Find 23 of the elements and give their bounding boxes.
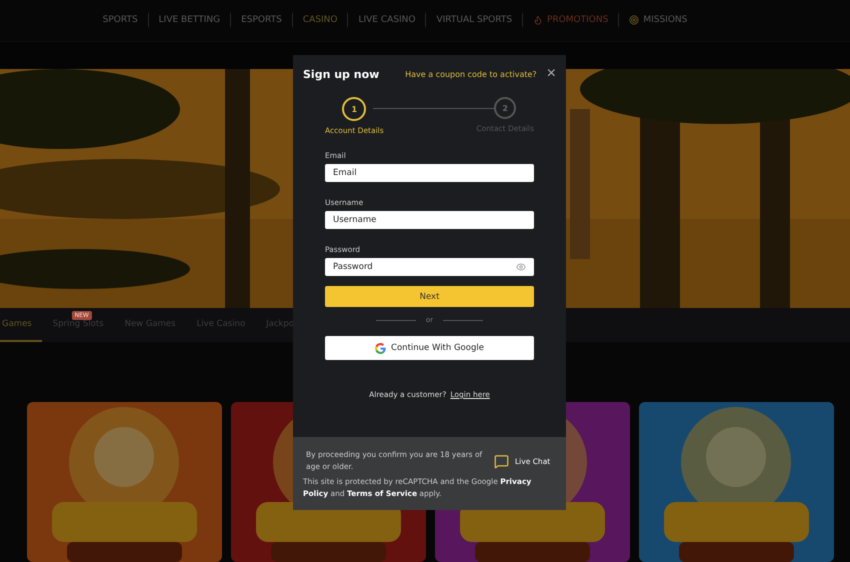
nav-link[interactable]: CASINO: [292, 13, 348, 28]
step-number: 1: [342, 97, 366, 121]
next-button[interactable]: Next: [325, 286, 534, 307]
nav-link[interactable]: LIVE BETTING: [148, 13, 230, 28]
input-field[interactable]: Email: [325, 164, 534, 182]
nav-link[interactable]: LIVE CASINO: [347, 13, 426, 28]
nav-link[interactable]: ESPORTS: [230, 13, 292, 28]
google-button[interactable]: Continue With Google: [325, 336, 534, 360]
flame-icon: [533, 15, 544, 26]
chat-icon: [494, 454, 509, 468]
nav-link[interactable]: SPORTS: [92, 13, 148, 28]
nav-link[interactable]: PROMOTIONS: [522, 13, 618, 28]
google-icon: [375, 342, 386, 354]
input-field[interactable]: Username: [325, 211, 534, 229]
close-button[interactable]: ×: [546, 67, 556, 81]
dialog-title: Sign up now: [303, 68, 380, 80]
nav-link[interactable]: MISSIONS: [618, 13, 698, 28]
eye-icon[interactable]: [516, 262, 526, 272]
coupon-link[interactable]: Have a coupon code to activate?: [405, 70, 537, 78]
step-number: 2: [494, 97, 516, 119]
input-field[interactable]: Password: [325, 258, 534, 276]
target-icon: [629, 15, 640, 26]
nav-link[interactable]: VIRTUAL SPORTS: [425, 13, 522, 28]
